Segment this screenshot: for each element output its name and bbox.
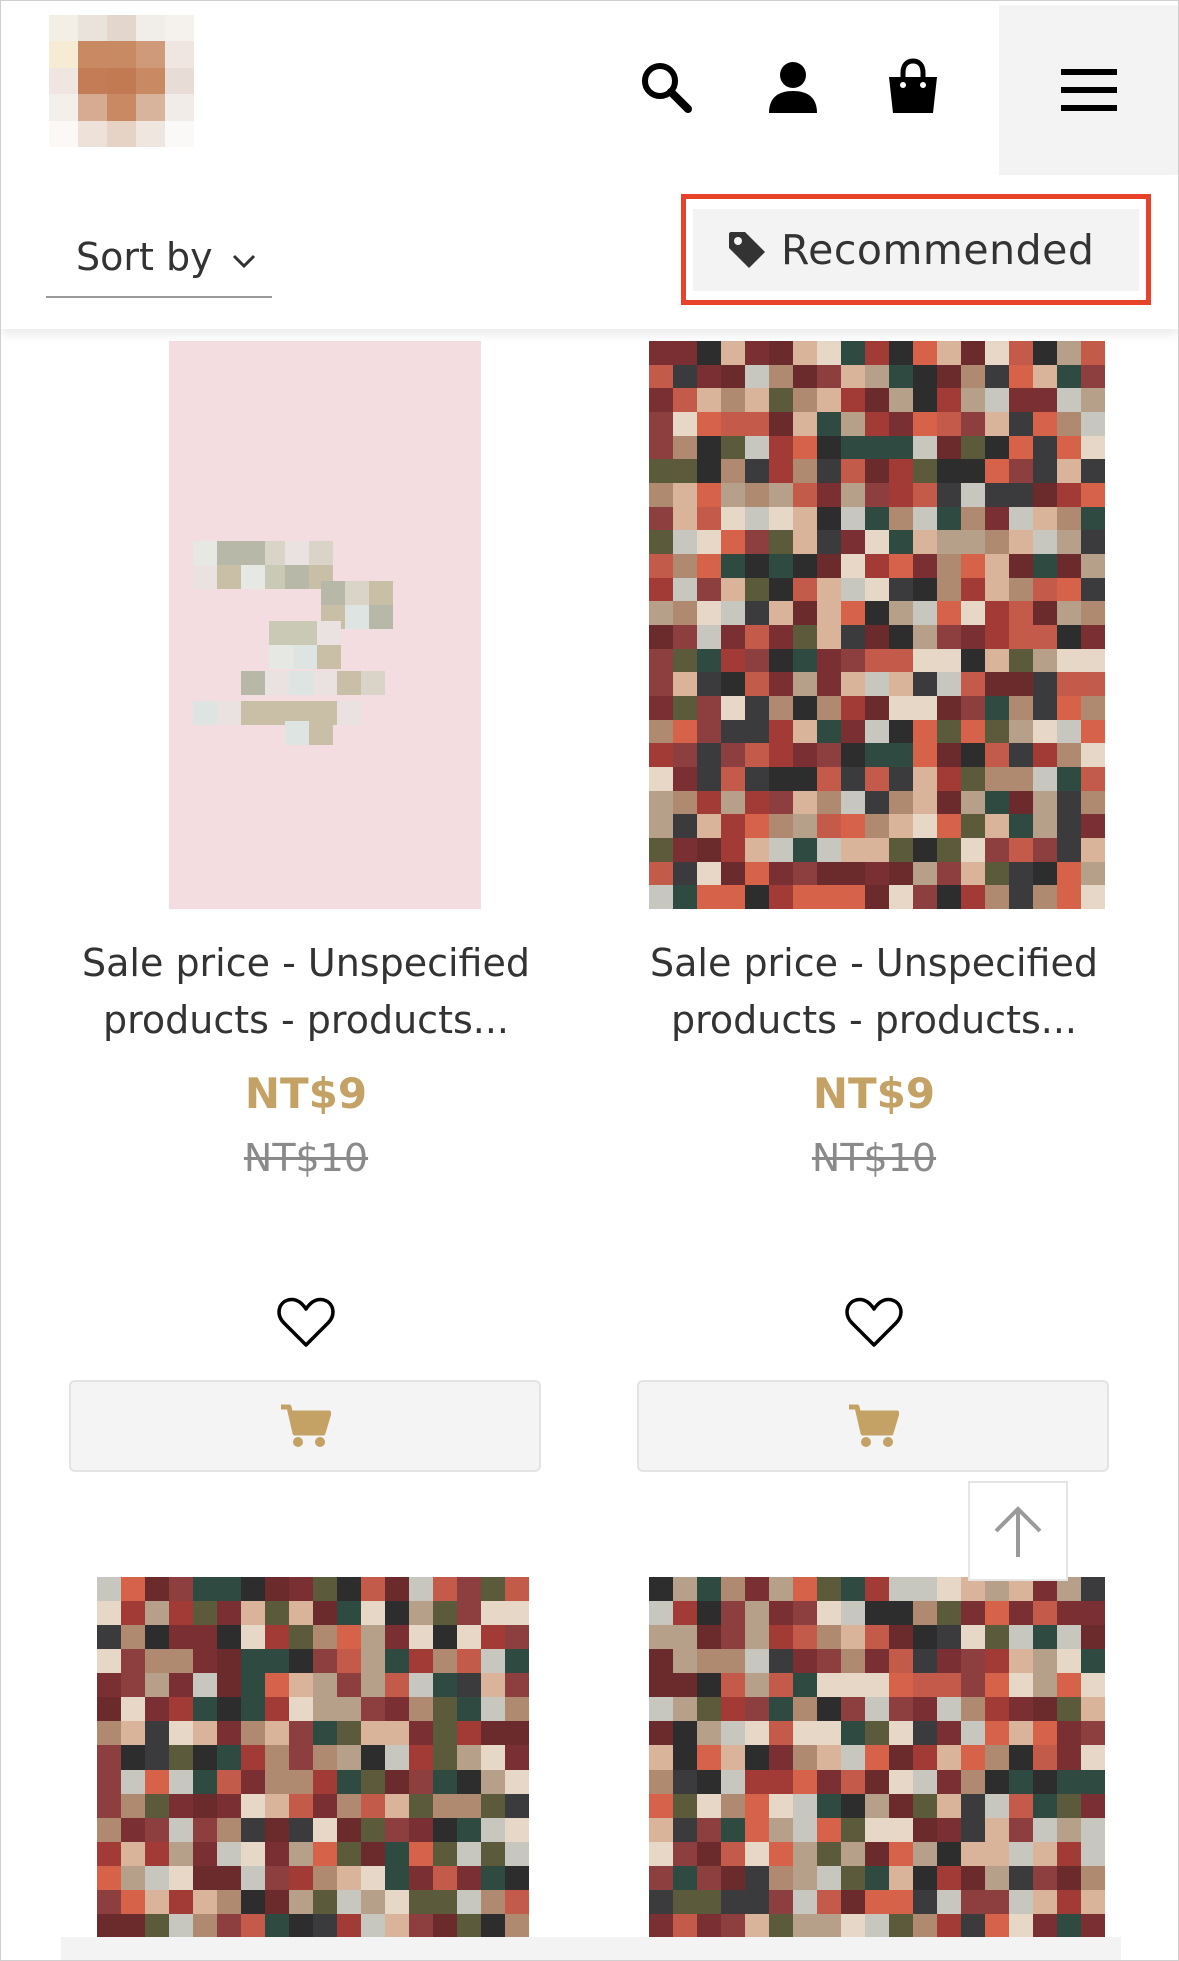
heart-icon — [277, 1297, 335, 1347]
sort-by-label: Sort by — [76, 235, 213, 279]
arrow-up-icon — [994, 1506, 1042, 1557]
add-to-cart-button[interactable] — [637, 1380, 1109, 1472]
search-button[interactable] — [630, 51, 702, 123]
product-sale-price: NT$9 — [244, 1069, 368, 1118]
bottom-bar — [61, 1937, 1121, 1960]
chevron-down-icon — [232, 254, 255, 269]
recommended-filter-button[interactable]: Recommended — [693, 209, 1139, 291]
product-sale-price: NT$9 — [812, 1069, 936, 1118]
sort-bar: Sort by Recommended — [1, 175, 1178, 329]
cart-icon — [281, 1404, 331, 1447]
product-image[interactable] — [97, 1577, 529, 1960]
product-image[interactable] — [649, 341, 1105, 909]
product-image[interactable] — [169, 341, 481, 909]
recommended-label: Recommended — [781, 226, 1095, 274]
product-image[interactable] — [649, 1577, 1105, 1960]
cart-bag-button[interactable] — [877, 51, 949, 123]
page-frame: Sort by Recommended Sale price - Unspeci… — [0, 0, 1179, 1961]
scroll-to-top-button[interactable] — [968, 1481, 1068, 1581]
product-original-price: NT$10 — [811, 1136, 937, 1180]
hamburger-menu-button[interactable] — [999, 5, 1178, 175]
tag-icon — [729, 232, 765, 268]
sort-by-dropdown[interactable]: Sort by — [46, 218, 272, 298]
product-title-line1[interactable]: Sale price - Unspecified — [26, 935, 586, 992]
product-title-line2[interactable]: products - products... — [26, 992, 586, 1049]
account-button[interactable] — [757, 51, 829, 123]
site-header — [1, 1, 1178, 175]
product-title-line2[interactable]: products - products... — [594, 992, 1154, 1049]
user-icon — [769, 62, 817, 113]
wishlist-button[interactable] — [839, 1287, 909, 1357]
product-original-price: NT$10 — [243, 1136, 369, 1180]
store-logo[interactable] — [49, 15, 194, 147]
hamburger-menu-icon — [1060, 69, 1117, 111]
wishlist-button[interactable] — [271, 1287, 341, 1357]
cart-icon — [849, 1404, 899, 1447]
add-to-cart-button[interactable] — [69, 1380, 541, 1472]
heart-icon — [845, 1297, 903, 1347]
search-icon — [642, 63, 692, 113]
shopping-bag-icon — [889, 58, 937, 113]
product-title-line1[interactable]: Sale price - Unspecified — [594, 935, 1154, 992]
